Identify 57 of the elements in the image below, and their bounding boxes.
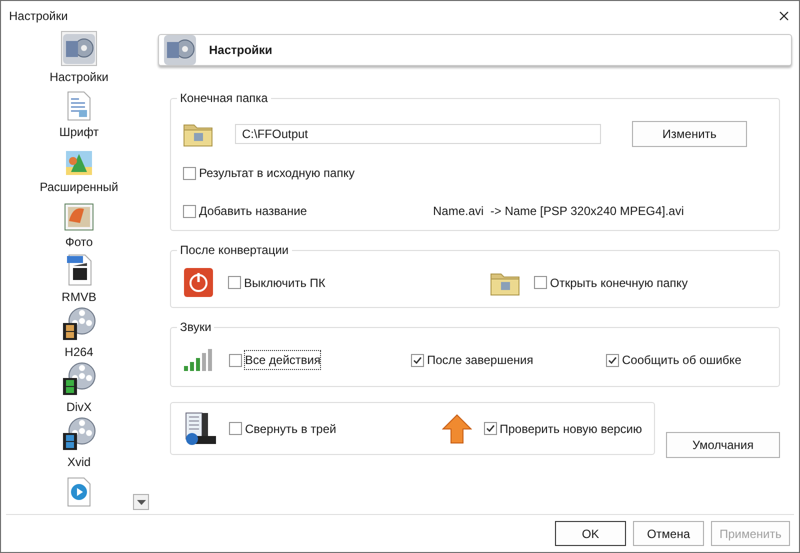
defaults-button[interactable]: Умолчания xyxy=(666,432,780,458)
sidebar-label: DivX xyxy=(66,399,92,416)
checkbox-label: Выключить ПК xyxy=(244,274,326,292)
path-field[interactable]: C:\FFOutput xyxy=(235,124,601,144)
sidebar-label: Расширенный xyxy=(40,179,118,196)
signal-bars-icon xyxy=(183,348,215,372)
checkbox[interactable] xyxy=(183,166,196,180)
dialog-button[interactable]: Отмена xyxy=(633,521,704,546)
power-icon xyxy=(183,267,214,298)
settings-app-icon xyxy=(62,33,96,65)
group-title: Звуки xyxy=(179,319,212,336)
film-reel-icon xyxy=(62,307,96,341)
sidebar-label: Настройки xyxy=(50,69,108,86)
checkbox[interactable] xyxy=(228,276,241,289)
checkbox-label: Сообщить об ошибке xyxy=(622,352,742,369)
scroll-down-button[interactable] xyxy=(133,494,149,510)
document-icon xyxy=(67,91,91,121)
sidebar-item[interactable] xyxy=(61,361,97,396)
film-reel-icon xyxy=(62,362,96,396)
change-button[interactable]: Изменить xyxy=(632,121,747,147)
checkbox[interactable] xyxy=(229,354,242,366)
checkbox-label: Открыть конечную папку xyxy=(550,274,688,292)
group-title: Конечная папка xyxy=(179,90,269,107)
checkbox-label: Свернуть в трей xyxy=(245,420,336,438)
window-title: Настройки xyxy=(9,8,68,25)
sidebar-item[interactable] xyxy=(61,306,97,341)
caret-icon xyxy=(136,500,146,504)
play-file-icon xyxy=(66,477,92,507)
film-reel-icon xyxy=(62,417,96,451)
sidebar-label: H264 xyxy=(64,344,94,361)
header-title: Настройки xyxy=(209,42,272,59)
photo-icon xyxy=(64,203,94,231)
checkbox[interactable] xyxy=(606,354,619,366)
checkbox-label: Все действия xyxy=(245,351,320,369)
checkbox-label: После завершения xyxy=(427,352,534,369)
settings-app-icon xyxy=(163,34,197,66)
dialog-button[interactable]: OK xyxy=(555,521,626,546)
checkbox[interactable] xyxy=(484,422,497,435)
checkbox-label: Результат в исходную папку xyxy=(199,165,355,182)
arrow-up-icon xyxy=(442,414,472,444)
group-title: После конвертации xyxy=(179,242,290,259)
landscape-icon xyxy=(65,150,93,176)
sidebar-label: Xvid xyxy=(67,454,91,471)
sidebar-label: RMVB xyxy=(62,289,96,306)
window-list-icon xyxy=(183,412,217,446)
checkbox-label: Добавить название xyxy=(199,203,307,220)
sidebar-item[interactable] xyxy=(61,416,97,451)
checkbox[interactable] xyxy=(229,422,242,435)
close-icon[interactable] xyxy=(779,11,789,21)
checkbox[interactable] xyxy=(183,204,196,218)
checkbox[interactable] xyxy=(411,354,424,366)
checkbox[interactable] xyxy=(534,276,547,289)
clapperboard-file-icon xyxy=(66,254,92,286)
checkbox-label: Проверить новую версию xyxy=(500,420,642,438)
sidebar-label: Фото xyxy=(65,234,93,251)
sidebar-label: Шрифт xyxy=(59,124,99,141)
filename-example: Name.avi -> Name [PSP 320x240 MPEG4].avi xyxy=(433,203,684,220)
